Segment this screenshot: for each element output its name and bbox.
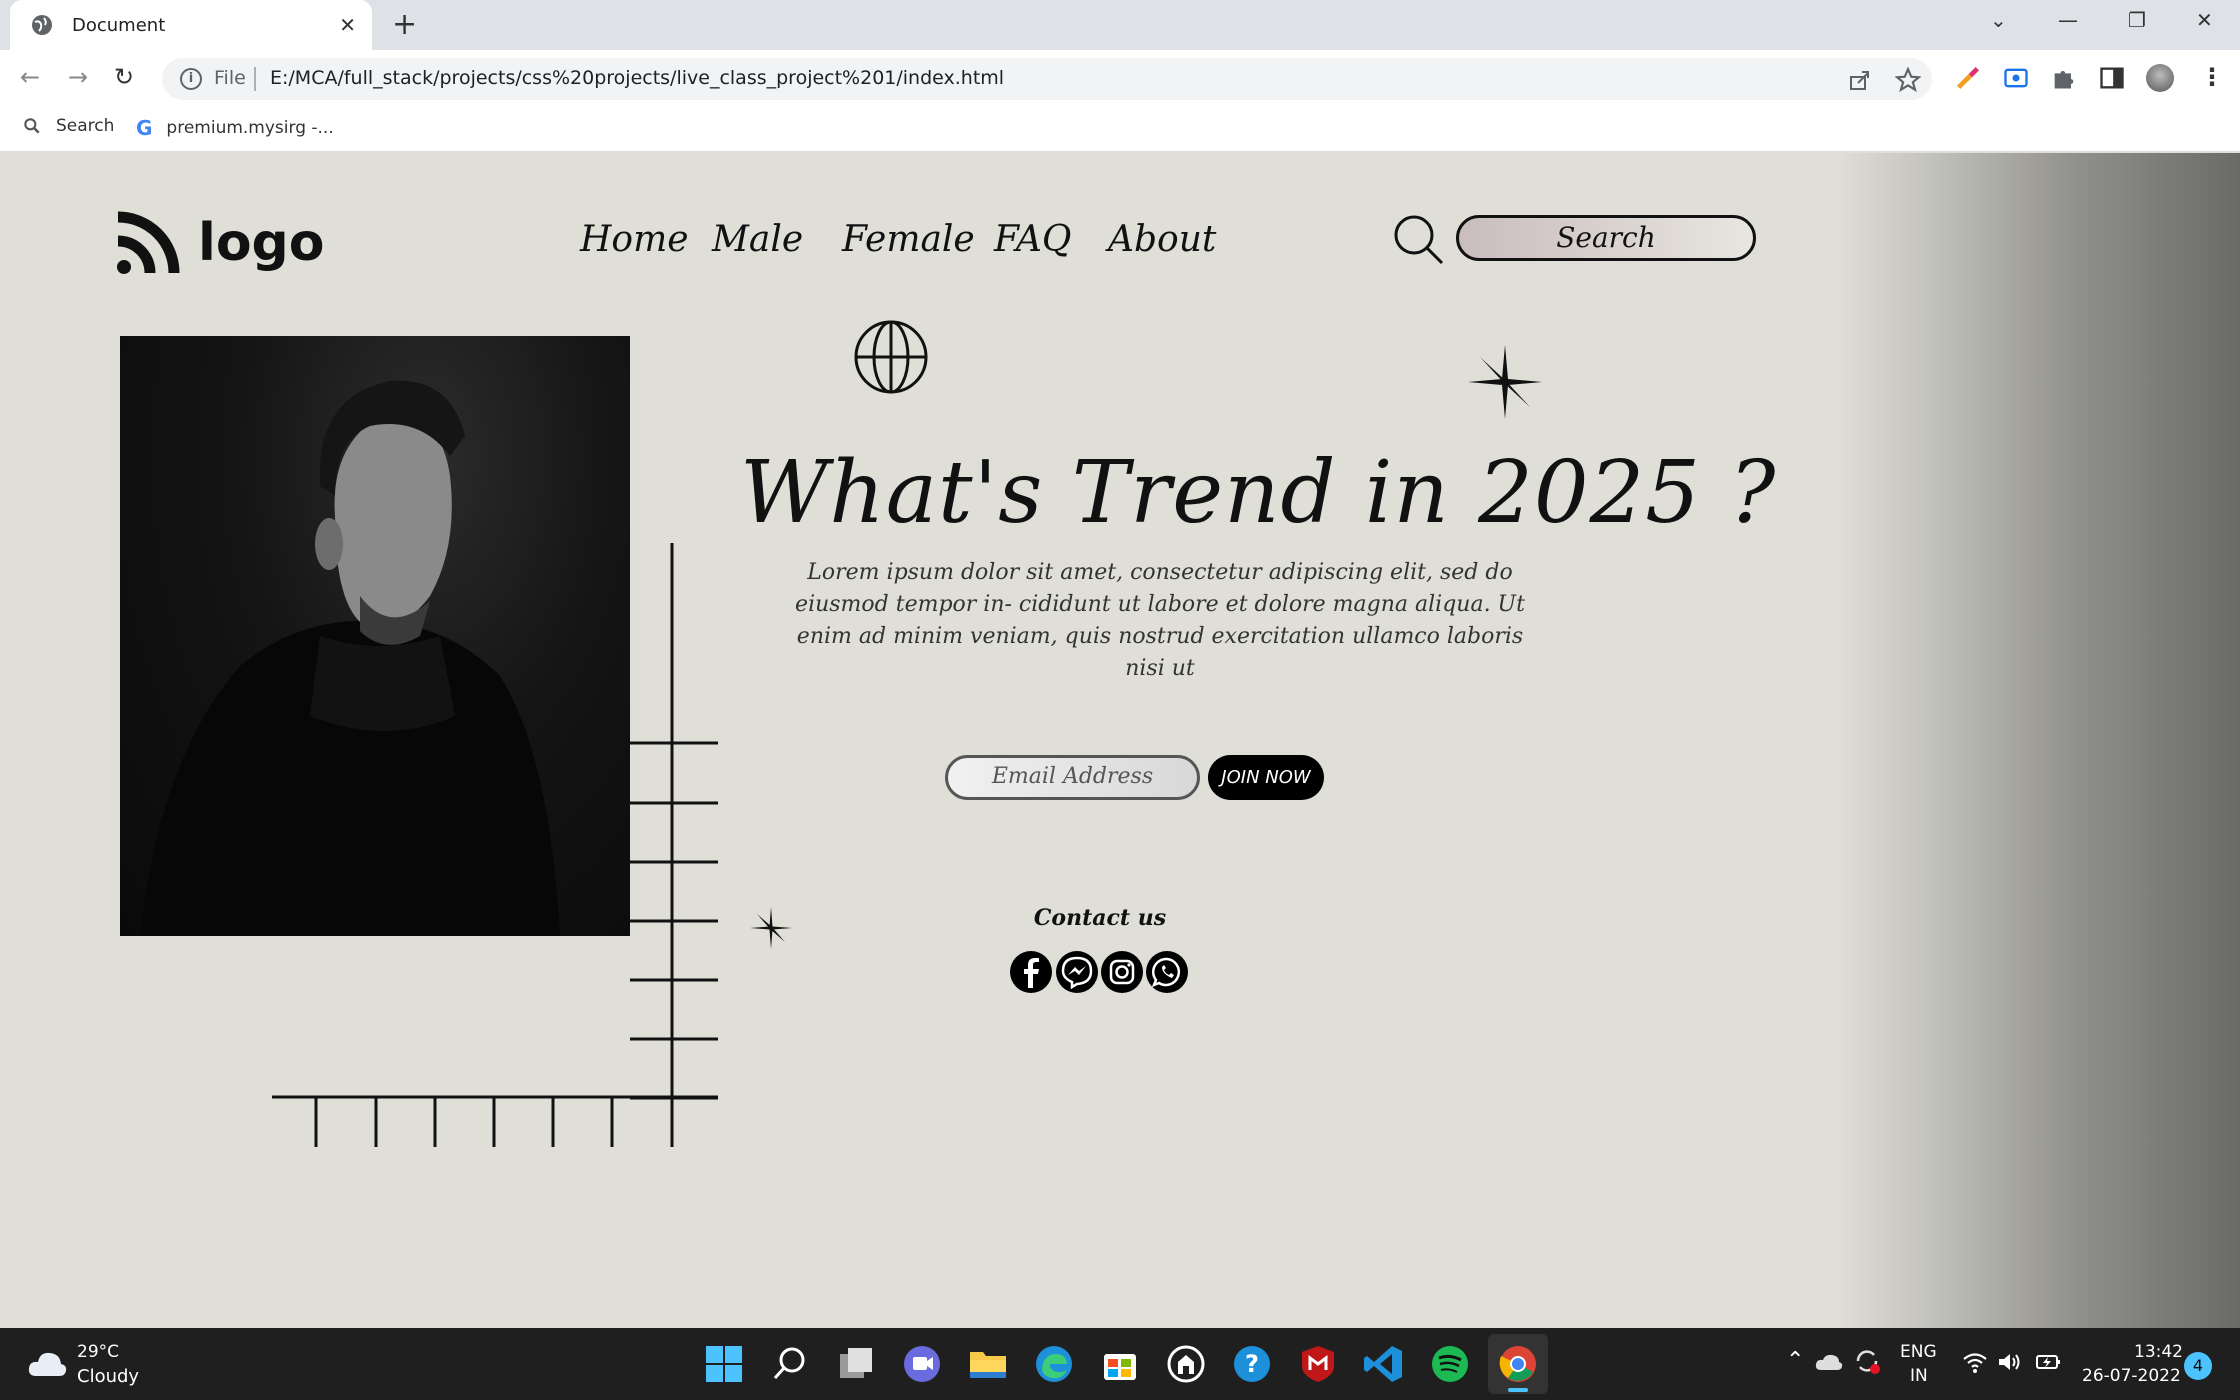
globe-favicon-icon xyxy=(32,15,52,35)
language-indicator-top[interactable]: ENG xyxy=(1900,1342,1937,1362)
nav-about[interactable]: About xyxy=(1108,219,1216,260)
feed-logo-icon xyxy=(117,211,180,274)
bookmark-label: Search xyxy=(56,116,115,136)
notification-badge[interactable]: 4 xyxy=(2184,1352,2212,1380)
bookmark-label: premium.mysirg -... xyxy=(166,118,334,138)
back-button[interactable]: ← xyxy=(20,64,40,90)
help-icon[interactable]: ? xyxy=(1230,1342,1274,1386)
close-window-button[interactable]: ✕ xyxy=(2196,8,2213,32)
hero-description: Lorem ipsum dolor sit amet, consectetur … xyxy=(795,560,1525,681)
site-info-icon[interactable]: i xyxy=(180,68,202,90)
browser-tab[interactable]: Document ✕ xyxy=(10,0,372,50)
tab-close-icon[interactable]: ✕ xyxy=(339,13,356,37)
decorative-grid xyxy=(272,543,718,1147)
reload-button[interactable]: ↻ xyxy=(114,64,134,90)
email-input[interactable]: Email Address xyxy=(945,755,1200,800)
github-app-icon[interactable] xyxy=(1164,1342,1208,1386)
instagram-icon[interactable] xyxy=(1100,950,1144,994)
color-picker-extension-icon[interactable] xyxy=(1954,64,1982,92)
taskbar-search-icon[interactable] xyxy=(768,1342,812,1386)
bookmarks-bar: Search G premium.mysirg -... xyxy=(0,106,2240,152)
active-app-indicator xyxy=(1508,1388,1528,1392)
site-logo[interactable]: logo xyxy=(116,211,325,275)
profile-avatar[interactable] xyxy=(2146,64,2174,92)
logo-text: logo xyxy=(198,213,325,273)
webpage: logo Home Male Female FAQ About Search W… xyxy=(0,153,2240,1328)
url-separator xyxy=(254,67,256,91)
nav-female[interactable]: Female xyxy=(842,219,975,260)
edge-browser-icon[interactable] xyxy=(1032,1342,1076,1386)
wifi-icon[interactable] xyxy=(1962,1350,1988,1374)
tab-search-icon[interactable]: ⌄ xyxy=(1990,8,2007,32)
clock-date[interactable]: 26-07-2022 xyxy=(2082,1366,2181,1386)
file-explorer-icon[interactable] xyxy=(966,1342,1010,1386)
sync-icon[interactable] xyxy=(1852,1346,1882,1376)
sparkle-star-icon xyxy=(1468,345,1542,419)
address-bar[interactable]: i File E:/MCA/full_stack/projects/css%20… xyxy=(162,58,1932,100)
new-tab-button[interactable]: + xyxy=(392,10,417,40)
language-indicator-bottom[interactable]: IN xyxy=(1910,1366,1928,1386)
search-icon xyxy=(24,118,40,134)
menu-kebab-icon[interactable]: ⋮ xyxy=(2200,64,2224,90)
bookmark-premium-mysirg[interactable]: G premium.mysirg -... xyxy=(136,116,334,140)
volume-icon[interactable] xyxy=(1996,1350,2022,1374)
side-panel-icon[interactable] xyxy=(2098,64,2126,92)
chrome-icon[interactable] xyxy=(1496,1342,1540,1386)
battery-charging-icon[interactable] xyxy=(2034,1350,2062,1374)
tab-title: Document xyxy=(72,14,166,36)
nav-home[interactable]: Home xyxy=(580,219,689,260)
task-view-icon[interactable] xyxy=(834,1342,878,1386)
search-input[interactable]: Search xyxy=(1456,215,1756,261)
onedrive-cloud-icon[interactable] xyxy=(1814,1350,1844,1374)
facebook-icon[interactable] xyxy=(1009,950,1053,994)
show-hidden-icons-chevron-icon[interactable]: ⌃ xyxy=(1786,1348,1804,1373)
hero-headline: What's Trend in 2025 ? xyxy=(740,443,1777,543)
browser-tab-strip: Document ✕ + ⌄ — ❐ ✕ xyxy=(0,0,2240,50)
bookmark-search[interactable]: Search xyxy=(22,116,114,136)
globe-icon xyxy=(854,320,928,394)
nav-faq[interactable]: FAQ xyxy=(994,219,1071,260)
contact-us-label: Contact us xyxy=(1033,905,1167,931)
teams-chat-icon[interactable] xyxy=(900,1342,944,1386)
cloudy-weather-icon[interactable] xyxy=(26,1346,68,1382)
extensions-puzzle-icon[interactable] xyxy=(2050,64,2078,92)
screen-recorder-extension-icon[interactable] xyxy=(2002,64,2030,92)
minimize-button[interactable]: — xyxy=(2058,8,2078,32)
url-scheme-label: File xyxy=(214,67,246,89)
windows-start-icon[interactable] xyxy=(702,1342,746,1386)
join-now-button[interactable]: JOIN NOW xyxy=(1208,755,1324,800)
weather-description: Cloudy xyxy=(77,1366,140,1387)
browser-toolbar: ← → ↻ i File E:/MCA/full_stack/projects/… xyxy=(0,50,2240,106)
os-taskbar: 29°C Cloudy ? ⌃ ENG IN 13:42 26-07-2022 … xyxy=(0,1328,2240,1400)
search-icon[interactable] xyxy=(1392,213,1446,267)
vscode-icon[interactable] xyxy=(1362,1342,1406,1386)
small-sparkle-icon xyxy=(750,907,792,949)
mcafee-icon[interactable] xyxy=(1296,1342,1340,1386)
share-icon[interactable] xyxy=(1848,68,1872,92)
screen: Document ✕ + ⌄ — ❐ ✕ ← → ↻ i File E:/MCA… xyxy=(0,0,2240,1400)
forward-button[interactable]: → xyxy=(68,64,88,90)
spotify-icon[interactable] xyxy=(1428,1342,1472,1386)
messenger-icon[interactable] xyxy=(1055,950,1099,994)
whatsapp-icon[interactable] xyxy=(1145,950,1189,994)
clock-time[interactable]: 13:42 xyxy=(2134,1342,2183,1362)
microsoft-store-icon[interactable] xyxy=(1098,1342,1142,1386)
svg-text:?: ? xyxy=(1245,1350,1259,1378)
google-icon: G xyxy=(136,116,153,140)
url-text[interactable]: E:/MCA/full_stack/projects/css%20project… xyxy=(270,67,1004,89)
nav-male[interactable]: Male xyxy=(712,219,803,260)
bookmark-star-icon[interactable] xyxy=(1895,67,1921,93)
restore-button[interactable]: ❐ xyxy=(2128,8,2146,32)
weather-temperature: 29°C xyxy=(77,1342,120,1362)
